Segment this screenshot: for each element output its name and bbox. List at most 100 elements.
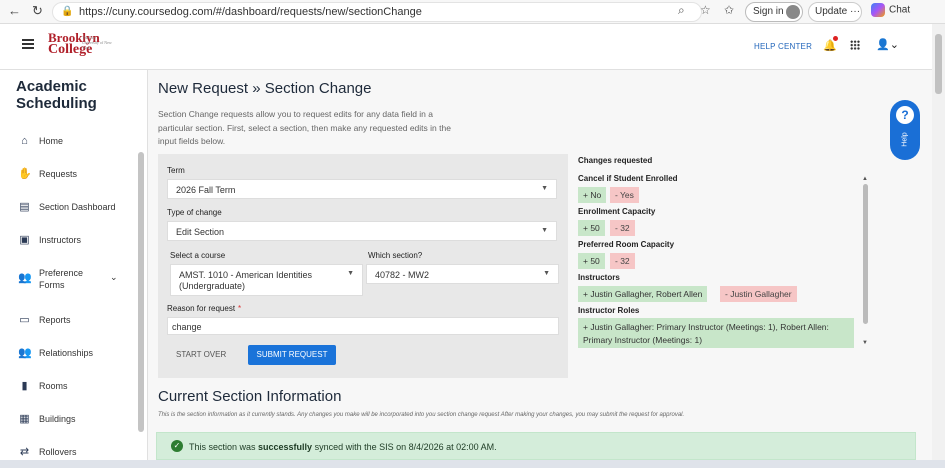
help-button[interactable]: ? Help: [890, 100, 920, 160]
type-of-change-select[interactable]: Edit Section ▼: [167, 221, 557, 241]
relationships-icon: 👥: [18, 347, 32, 359]
sidebar-item-label: Instructors: [39, 235, 82, 245]
caret-down-icon: ▼: [541, 227, 548, 234]
home-icon: ⌂: [21, 135, 28, 147]
help-label: Help: [901, 132, 909, 147]
sidebar-item-label: Requests: [39, 169, 78, 179]
reason-label-text: Reason for request: [167, 304, 236, 313]
scroll-down-icon[interactable]: ▼: [862, 340, 868, 346]
reason-value: change: [172, 322, 202, 332]
page-scrollbar[interactable]: [932, 24, 945, 468]
current-section-description: This is the section information as it cu…: [158, 412, 685, 418]
instructors-label: Instructors: [578, 273, 620, 282]
apps-grid-icon[interactable]: [850, 40, 860, 50]
page-scrollbar-thumb[interactable]: [935, 34, 942, 94]
submit-request-button[interactable]: SUBMIT REQUEST: [248, 345, 336, 365]
enrollment-removed-value: - 32: [610, 220, 635, 236]
brand-subtitle: The City University of New York: [82, 35, 112, 50]
scroll-up-icon[interactable]: ▲: [862, 176, 868, 182]
zoom-icon[interactable]: ⌕: [678, 3, 685, 18]
term-label: Term: [167, 166, 185, 175]
section-label: Which section?: [368, 251, 423, 260]
chat-label: Chat: [889, 4, 911, 16]
favorites-icon[interactable]: ✩: [724, 3, 734, 17]
sidebar-item-label: Rooms: [39, 381, 68, 391]
sync-text-post: synced with the SIS on 8/4/2026 at 02:00…: [312, 442, 497, 452]
room-capacity-label: Preferred Room Capacity: [578, 240, 675, 249]
sidebar-item-preference-forms[interactable]: 👥 Preference Forms ⌄: [18, 264, 136, 292]
buildings-icon: ▦: [19, 413, 30, 425]
sidebar: Academic Scheduling ⌂ Home ✋ Requests ▤ Sec…: [0, 70, 148, 468]
copilot-icon: [871, 3, 885, 17]
sidebar-item-reports[interactable]: ▭ Reports: [18, 311, 136, 331]
changes-scrollbar[interactable]: [863, 184, 868, 324]
sidebar-item-label: Preference Forms: [39, 268, 84, 290]
current-section-title: Current Section Information: [158, 388, 342, 405]
sidebar-item-buildings[interactable]: ▦ Buildings: [18, 410, 136, 430]
term-value: 2026 Fall Term: [176, 185, 236, 195]
help-center-link[interactable]: HELP CENTER: [754, 42, 812, 51]
refresh-icon[interactable]: ↻: [32, 3, 43, 19]
changes-requested-panel: Changes requested Cancel if Student Enro…: [578, 154, 878, 350]
sidebar-item-label: Home: [39, 136, 64, 146]
sidebar-item-requests[interactable]: ✋ Requests: [18, 165, 136, 185]
sidebar-item-label: Reports: [39, 315, 71, 325]
main-content: New Request » Section Change Section Cha…: [148, 70, 932, 468]
request-form: Term 2026 Fall Term ▼ Type of change Edit…: [158, 154, 568, 378]
instructor-roles-label: Instructor Roles: [578, 306, 640, 315]
caret-down-icon: ▼: [541, 185, 548, 192]
sidebar-item-rooms[interactable]: ▮ Rooms: [18, 377, 136, 397]
course-select[interactable]: AMST. 1010 - American Identities (Underg…: [170, 264, 363, 296]
sidebar-title: Academic Scheduling: [16, 78, 97, 112]
user-menu-icon[interactable]: 👤⌄: [876, 38, 899, 51]
sync-status-banner: ✓ This section was successfully synced w…: [156, 432, 916, 460]
sign-in-button[interactable]: Sign in: [745, 2, 803, 22]
sidebar-item-label: Buildings: [39, 414, 76, 424]
chevron-down-icon: ⌄: [110, 272, 118, 282]
sidebar-item-label: Section Dashboard: [39, 202, 116, 212]
start-over-button[interactable]: START OVER: [176, 350, 226, 359]
taskbar: [0, 460, 945, 468]
update-label: Update: [815, 6, 848, 17]
sidebar-item-home[interactable]: ⌂ Home: [18, 132, 136, 152]
section-value: 40782 - MW2: [375, 270, 430, 280]
rollovers-icon: ⇄: [19, 446, 30, 458]
sidebar-item-label: Rollovers: [39, 447, 77, 457]
favorite-star-icon[interactable]: ☆: [700, 3, 711, 17]
address-bar[interactable]: 🔒 https://cuny.coursedog.com/#/dashboard…: [52, 2, 702, 22]
notification-dot: [833, 36, 838, 41]
changes-title: Changes requested: [578, 156, 653, 165]
brooklyn-college-logo[interactable]: Brooklyn College The City University of …: [48, 31, 112, 57]
sidebar-item-relationships[interactable]: 👥 Relationships: [18, 344, 136, 364]
instructors-removed-value: - Justin Gallagher: [720, 286, 797, 302]
requests-icon: ✋: [18, 168, 32, 180]
type-of-change-label: Type of change: [167, 208, 222, 217]
term-select[interactable]: 2026 Fall Term ▼: [167, 179, 557, 199]
sidebar-item-instructors[interactable]: ▣ Instructors: [18, 231, 136, 251]
browser-toolbar: ← ↻ 🔒 https://cuny.coursedog.com/#/dashb…: [0, 0, 945, 24]
section-select[interactable]: 40782 - MW2 ▼: [366, 264, 559, 284]
more-icon: ···: [850, 6, 861, 17]
type-value: Edit Section: [176, 227, 225, 237]
page-title-part1: New Request: [158, 80, 249, 97]
url-text: https://cuny.coursedog.com/#/dashboard/r…: [79, 6, 422, 18]
sidebar-scrollbar[interactable]: [138, 152, 144, 432]
chat-button[interactable]: Chat: [871, 3, 910, 17]
instructors-icon: ▣: [19, 234, 30, 246]
back-icon[interactable]: ←: [8, 3, 21, 18]
page-title-part2: Section Change: [264, 80, 372, 97]
avatar: [786, 5, 800, 19]
update-button[interactable]: Update ···: [808, 2, 862, 22]
sidebar-item-label: Relationships: [39, 348, 94, 358]
site-info-icon[interactable]: 🔒: [61, 6, 73, 17]
hamburger-menu-icon[interactable]: [22, 39, 34, 41]
sidebar-item-section-dashboard[interactable]: ▤ Section Dashboard: [18, 198, 136, 218]
room-removed-value: - 32: [610, 253, 635, 269]
cancel-removed-value: - Yes: [610, 187, 639, 203]
page-title: New Request » Section Change: [158, 80, 371, 97]
sync-status-text: This section was successfully synced wit…: [189, 442, 497, 452]
rooms-icon: ▮: [21, 380, 28, 392]
reason-input[interactable]: change: [167, 317, 559, 335]
dashboard-icon: ▤: [19, 201, 30, 213]
preference-forms-icon: 👥: [18, 272, 32, 284]
